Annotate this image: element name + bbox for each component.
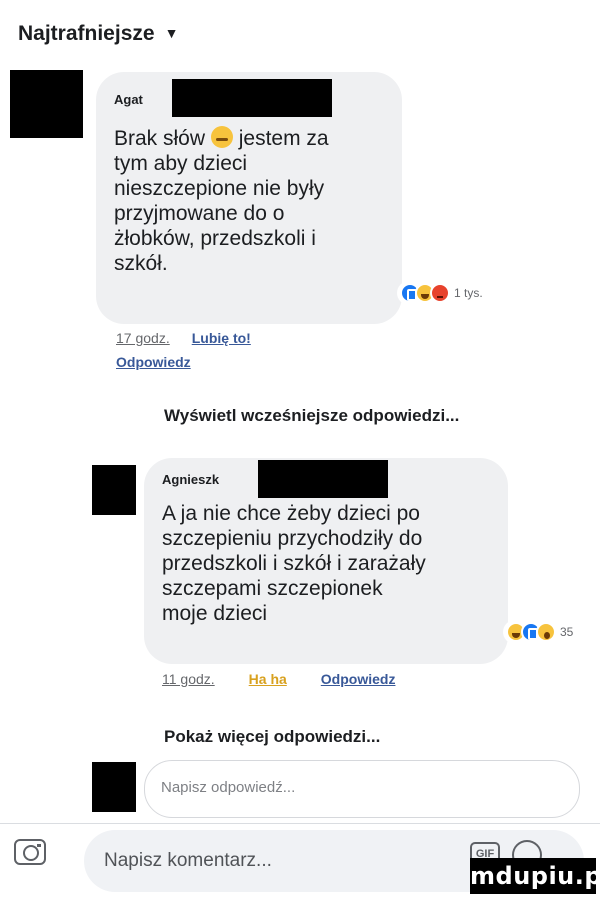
chevron-down-icon: ▼ — [164, 25, 179, 41]
comment-placeholder: Napisz komentarz... — [104, 850, 272, 871]
avatar[interactable] — [10, 70, 83, 138]
sort-label: Najtrafniejsze — [18, 22, 155, 45]
like-link[interactable]: Lubię to! — [192, 330, 251, 346]
reaction-count: 1 tys. — [454, 286, 483, 300]
redacted-name — [172, 79, 332, 117]
comment-timestamp[interactable]: 17 godz. — [116, 330, 170, 346]
comment-author[interactable]: Agnieszk — [162, 472, 219, 487]
wow-reaction-icon — [536, 622, 556, 642]
reply-placeholder: Napisz odpowiedź... — [161, 779, 296, 796]
comment-timestamp[interactable]: 11 godz. — [162, 671, 215, 687]
comment-text: Brak słów jestem za tym aby dzieci niesz… — [114, 126, 329, 275]
avatar — [92, 762, 136, 812]
watermark-logo: mdupiu.pl — [470, 858, 600, 894]
comment-author[interactable]: Agat — [114, 92, 143, 107]
persevering-face-emoji-icon — [210, 126, 233, 148]
reply-input[interactable]: Napisz odpowiedź... — [144, 760, 580, 818]
redacted-name — [258, 460, 388, 498]
comment-actions: 17 godz. Lubię to! — [116, 330, 251, 346]
reply-link[interactable]: Odpowiedz — [116, 354, 191, 370]
reply-link[interactable]: Odpowiedz — [321, 671, 396, 687]
reaction-summary[interactable]: 1 tys. — [397, 281, 489, 305]
comment-actions-row2: Odpowiedz — [116, 354, 191, 370]
comment-text: A ja nie chce żeby dzieci po szczepieniu… — [162, 502, 426, 625]
sort-dropdown[interactable]: Najtrafniejsze ▼ — [18, 22, 178, 46]
avatar[interactable] — [92, 465, 136, 515]
comment-actions: 11 godz. Ha ha Odpowiedz — [162, 671, 395, 687]
divider — [0, 823, 600, 824]
show-more-replies-link[interactable]: Pokaż więcej odpowiedzi... — [164, 727, 380, 747]
reaction-summary[interactable]: 35 — [503, 620, 580, 644]
reaction-count: 35 — [560, 625, 574, 639]
view-previous-replies-link[interactable]: Wyświetl wcześniejsze odpowiedzi... — [164, 406, 459, 426]
haha-link[interactable]: Ha ha — [249, 671, 287, 687]
camera-icon[interactable] — [14, 839, 46, 865]
angry-reaction-icon — [430, 283, 450, 303]
